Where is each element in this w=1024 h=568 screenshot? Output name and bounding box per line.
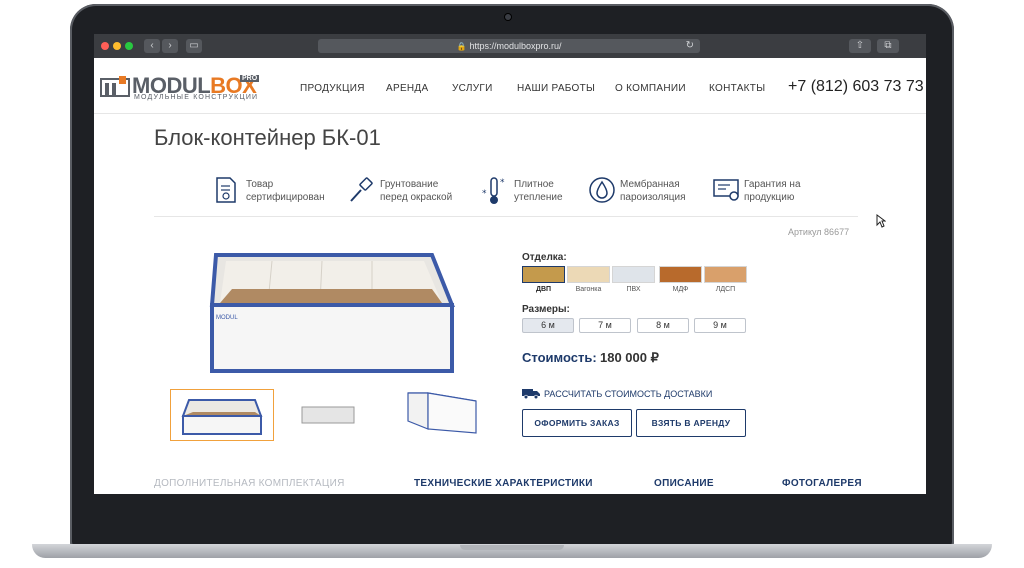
share-icon[interactable]: ⇧ [849, 39, 871, 53]
logo-subtitle: МОДУЛЬНЫЕ КОНСТРУКЦИИ [134, 94, 259, 101]
zoom-window-button[interactable] [125, 42, 133, 50]
size-option-8m[interactable]: 8 м [637, 318, 689, 333]
menu-item-rent[interactable]: АРЕНДА [386, 83, 428, 94]
finish-label-pvc: ПВХ [626, 286, 641, 293]
paint-brush-icon [350, 177, 373, 202]
finish-swatch-vagonka[interactable] [567, 266, 610, 283]
sizes-label: Размеры: [522, 304, 570, 315]
browser-toolbar: ‹ › ▭ 🔒 https://modulboxpro.ru/ ↻ ⇧ ⧉ [94, 34, 926, 58]
address-bar[interactable]: 🔒 https://modulboxpro.ru/ ↻ [318, 39, 700, 53]
menu-item-products[interactable]: ПРОДУКЦИЯ [300, 83, 365, 94]
finish-swatch-dvp[interactable] [522, 266, 565, 283]
size-option-6m[interactable]: 6 м [522, 318, 574, 333]
thumbnail-top-view[interactable] [290, 389, 394, 441]
menu-item-our-works[interactable]: НАШИ РАБОТЫ [517, 83, 595, 94]
laptop-mockup: ‹ › ▭ 🔒 https://modulboxpro.ru/ ↻ ⇧ ⧉ MOD… [0, 0, 1024, 568]
thermometer-icon: * * [482, 177, 505, 204]
water-drop-icon [589, 177, 615, 203]
size-option-7m[interactable]: 7 м [579, 318, 631, 333]
size-option-9m[interactable]: 9 м [694, 318, 746, 333]
site-header: MODULBOX PRO МОДУЛЬНЫЕ КОНСТРУКЦИИ ПРОДУ… [94, 58, 926, 114]
order-button[interactable]: ОФОРМИТЬ ЗАКАЗ [522, 409, 632, 437]
article-number: Артикул 86677 [788, 227, 850, 237]
tabs-icon[interactable]: ⧉ [877, 39, 899, 53]
menu-item-about[interactable]: О КОМПАНИИ [615, 83, 686, 94]
finish-swatch-ldsp[interactable] [704, 266, 747, 283]
tab-description[interactable]: ОПИСАНИЕ [654, 478, 714, 489]
phone-number[interactable]: +7 (812) 603 73 73 [788, 78, 924, 96]
price-label: Стоимость: [522, 350, 597, 365]
minimize-window-button[interactable] [113, 42, 121, 50]
finish-label-mdf: МДФ [672, 286, 689, 293]
thumbnail-exterior[interactable] [398, 389, 502, 441]
svg-text:*: * [482, 189, 487, 199]
mouse-cursor-icon [876, 214, 886, 228]
logo-badge: PRO [240, 75, 260, 82]
laptop-notch [460, 545, 564, 550]
finish-label-vagonka: Вагонка [575, 286, 602, 293]
logo-mark-icon [100, 76, 130, 97]
rent-button[interactable]: ВЗЯТЬ В АРЕНДУ [636, 409, 746, 437]
tab-additional-equipment[interactable]: ДОПОЛНИТЕЛЬНАЯ КОМПЛЕКТАЦИЯ [154, 478, 345, 489]
tab-gallery[interactable]: ФОТОГАЛЕРЕЯ [782, 478, 862, 489]
close-window-button[interactable] [101, 42, 109, 50]
lock-icon: 🔒 [456, 42, 467, 51]
svg-text:*: * [500, 178, 505, 188]
thumbnail-interior[interactable] [170, 389, 274, 441]
price-value: 180 000 ₽ [600, 350, 659, 365]
browser-screen: ‹ › ▭ 🔒 https://modulboxpro.ru/ ↻ ⇧ ⧉ MOD… [94, 34, 926, 494]
page-title: Блок-контейнер БК-01 [154, 125, 381, 150]
product-main-image[interactable]: MODUL [202, 247, 462, 377]
webcam [505, 14, 511, 20]
sidebar-icon[interactable]: ▭ [186, 39, 202, 53]
tab-specifications[interactable]: ТЕХНИЧЕСКИЕ ХАРАКТЕРИСТИКИ [414, 478, 593, 489]
forward-icon[interactable]: › [162, 39, 178, 53]
container-logo-text: MODUL [216, 315, 238, 321]
finish-swatch-pvc[interactable] [612, 266, 655, 283]
finish-label-ldsp: ЛДСП [715, 286, 736, 293]
finish-swatch-mdf[interactable] [659, 266, 702, 283]
truck-icon [522, 389, 540, 399]
menu-item-contacts[interactable]: КОНТАКТЫ [709, 83, 765, 94]
finish-label: Отделка: [522, 252, 567, 263]
url-text: https://modulboxpro.ru/ [469, 41, 562, 51]
site-logo[interactable]: MODULBOX PRO МОДУЛЬНЫЕ КОНСТРУКЦИИ [100, 73, 270, 101]
finish-label-dvp: ДВП [535, 286, 552, 293]
features-divider [154, 216, 858, 217]
back-icon[interactable]: ‹ [144, 39, 160, 53]
warranty-icon [713, 179, 739, 201]
reload-icon[interactable]: ↻ [686, 39, 694, 53]
certificate-icon [216, 177, 236, 203]
menu-item-services[interactable]: УСЛУГИ [452, 83, 493, 94]
